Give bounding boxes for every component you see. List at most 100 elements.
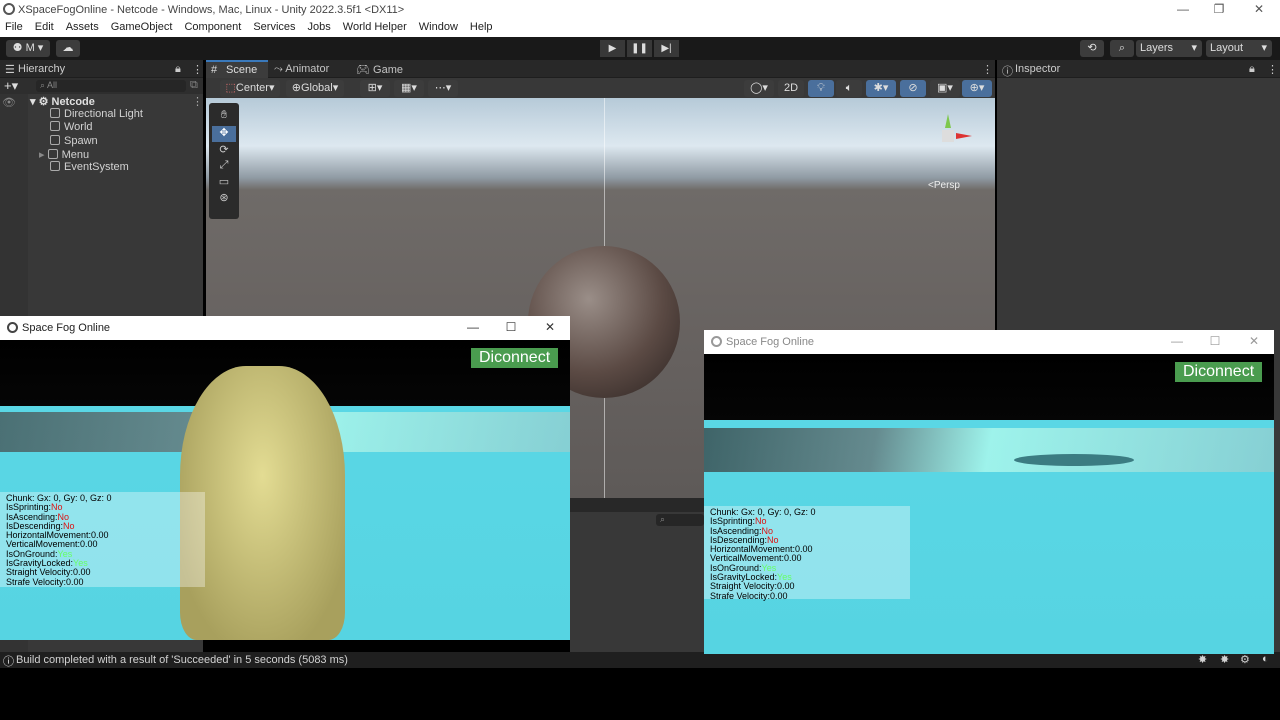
unity-logo-icon: [7, 322, 18, 333]
lighting-icon[interactable]: 💡︎: [808, 80, 834, 97]
eye-icon[interactable]: 👁︎: [2, 96, 16, 109]
more-icon[interactable]: ⋮: [982, 63, 993, 76]
hierarchy-root-netcode[interactable]: ▾ ⚙ Netcode: [30, 95, 95, 108]
debug-icon[interactable]: ✸: [1198, 653, 1207, 666]
restore-icon[interactable]: ❐: [1204, 2, 1234, 16]
inspector-tab[interactable]: ⓘ Inspector 🔒︎ ⋮: [997, 60, 1280, 78]
pivot-label: Center: [235, 82, 269, 94]
more-icon[interactable]: ⋮: [192, 63, 203, 76]
menu-bar: File Edit Assets GameObject Component Service…: [0, 20, 1280, 37]
disconnect-label: Diconnect: [479, 349, 551, 366]
expand-icon: ▾: [30, 96, 39, 108]
hierarchy-item-spawn[interactable]: Spawn: [50, 135, 98, 147]
hierarchy-tab[interactable]: ☰ Hierarchy 🔒︎ ⋮: [0, 60, 203, 78]
hand-tool-icon[interactable]: ✋︎: [209, 109, 239, 125]
audio-icon[interactable]: 🔈︎: [836, 80, 862, 97]
hierarchy-item-directional-light[interactable]: Directional Light: [50, 108, 143, 120]
pause-icon[interactable]: ❚❚: [627, 40, 652, 57]
tab-game[interactable]: 🎮︎ Game: [356, 63, 403, 76]
disconnect-button[interactable]: Diconnect: [1175, 362, 1263, 382]
item-label: Directional Light: [64, 108, 143, 120]
lock-icon[interactable]: 🔒︎: [1249, 63, 1255, 76]
menu-jobs[interactable]: Jobs: [302, 20, 337, 33]
layout-dropdown[interactable]: Layout ▾: [1206, 40, 1272, 57]
search-icon[interactable]: ⌕: [1110, 40, 1134, 57]
bug-icon[interactable]: ✸: [1220, 653, 1229, 666]
account-button[interactable]: ⚉ M ▾: [6, 40, 50, 57]
cache-icon[interactable]: ◐: [1262, 653, 1269, 665]
scale-tool-icon[interactable]: ⤢: [209, 159, 239, 175]
effects-icon[interactable]: ✱▾: [866, 80, 896, 97]
maximize-icon[interactable]: ☐: [496, 320, 526, 334]
maximize-icon[interactable]: ☐: [1200, 334, 1230, 348]
pivot-dropdown[interactable]: ⬚Center▾: [220, 80, 280, 97]
scene-more-icon[interactable]: ⋮: [192, 95, 203, 108]
hierarchy-item-eventsystem[interactable]: EventSystem: [50, 161, 129, 173]
draw-mode-icon[interactable]: ◯▾: [744, 80, 774, 97]
minimize-icon[interactable]: —: [458, 320, 488, 334]
debug-panel: Chunk: Gx: 0, Gy: 0, Gz: 0 IsSprinting:N…: [0, 492, 205, 587]
menu-window[interactable]: Window: [413, 20, 464, 33]
game-viewport[interactable]: Diconnect Chunk: Gx: 0, Gy: 0, Gz: 0 IsS…: [704, 354, 1274, 654]
increment-icon[interactable]: ⋯▾: [428, 80, 458, 97]
menu-gameobject[interactable]: GameObject: [105, 20, 179, 33]
rotate-tool-icon[interactable]: ⟳: [209, 143, 239, 159]
layers-dropdown[interactable]: Layers ▾: [1136, 40, 1202, 57]
disconnect-label: Diconnect: [1183, 363, 1255, 380]
lock-icon[interactable]: 🔒︎: [175, 63, 181, 76]
settings-icon[interactable]: ⚙: [1240, 653, 1250, 666]
item-label: EventSystem: [64, 161, 129, 173]
scene-gizmo[interactable]: [924, 108, 974, 158]
space-dropdown[interactable]: ⊕Global▾: [286, 80, 344, 97]
game-window-left: Space Fog Online — ☐ ✕ Diconnect Chunk: …: [0, 316, 570, 640]
menu-services[interactable]: Services: [247, 20, 301, 33]
menu-file[interactable]: File: [0, 20, 29, 33]
move-tool-icon[interactable]: ✥: [212, 126, 236, 142]
transform-tool-icon[interactable]: ⊛: [209, 191, 239, 207]
console-search-input[interactable]: ⌕: [656, 514, 704, 526]
snap-icon[interactable]: ⊞▾: [360, 80, 390, 97]
step-icon[interactable]: ▶|: [654, 40, 679, 57]
close-icon[interactable]: ✕: [1244, 2, 1274, 16]
layout-label: Layout: [1210, 42, 1244, 54]
play-icon[interactable]: ▶: [600, 40, 625, 57]
cloud-icon[interactable]: ☁: [56, 40, 80, 57]
console-toolbar: [570, 500, 704, 512]
menu-help[interactable]: Help: [464, 20, 499, 33]
filter-icon[interactable]: ⧉: [190, 79, 198, 92]
chevron-down-icon: ▾: [1261, 42, 1267, 54]
toggle-2d-button[interactable]: 2D: [778, 80, 804, 97]
root-label: Netcode: [51, 96, 95, 108]
add-icon[interactable]: +▾: [4, 78, 18, 94]
perspective-label[interactable]: <Persp: [928, 180, 960, 191]
camera-icon[interactable]: ▣▾: [930, 80, 960, 97]
tab-animator[interactable]: ⤳ Animator: [274, 63, 329, 76]
rect-tool-icon[interactable]: ▭: [209, 175, 239, 191]
status-bar: ⓘ Build completed with a result of 'Succ…: [0, 652, 1280, 668]
hierarchy-search-input[interactable]: ⌕ All: [36, 80, 186, 92]
hierarchy-toolbar: +▾ ⌕ All ⧉: [0, 78, 203, 94]
hierarchy-item-menu[interactable]: ▸ Menu: [39, 148, 89, 161]
status-message: Build completed with a result of 'Succee…: [16, 654, 348, 666]
game-viewport[interactable]: Diconnect Chunk: Gx: 0, Gy: 0, Gz: 0 IsS…: [0, 340, 570, 640]
menu-edit[interactable]: Edit: [29, 20, 60, 33]
more-icon[interactable]: ⋮: [1267, 63, 1278, 76]
grid-snap-icon[interactable]: ▦▾: [394, 80, 424, 97]
disconnect-button[interactable]: Diconnect: [471, 348, 559, 368]
menu-world-helper[interactable]: World Helper: [337, 20, 413, 33]
scene-tabs: # Scene ⤳ Animator 🎮︎ Game ⋮: [206, 60, 995, 78]
scene-toolbar: ⬚Center▾ ⊕Global▾ ⊞▾ ▦▾ ⋯▾ ◯▾ 2D 💡︎ 🔈︎ ✱…: [206, 78, 995, 98]
window-title: XSpaceFogOnline - Netcode - Windows, Mac…: [18, 4, 405, 16]
hierarchy-item-world[interactable]: World: [50, 121, 93, 133]
menu-assets[interactable]: Assets: [60, 20, 105, 33]
close-icon[interactable]: ✕: [535, 320, 565, 334]
gizmos-icon[interactable]: ⊕▾: [962, 80, 992, 97]
history-icon[interactable]: ⟲: [1080, 40, 1104, 57]
item-label: World: [64, 121, 93, 133]
minimize-icon[interactable]: —: [1168, 2, 1198, 16]
close-icon[interactable]: ✕: [1239, 334, 1269, 348]
menu-component[interactable]: Component: [178, 20, 247, 33]
minimize-icon[interactable]: —: [1162, 334, 1192, 348]
hidden-objects-icon[interactable]: ⊘: [900, 80, 926, 97]
tab-scene[interactable]: # Scene: [206, 60, 268, 78]
